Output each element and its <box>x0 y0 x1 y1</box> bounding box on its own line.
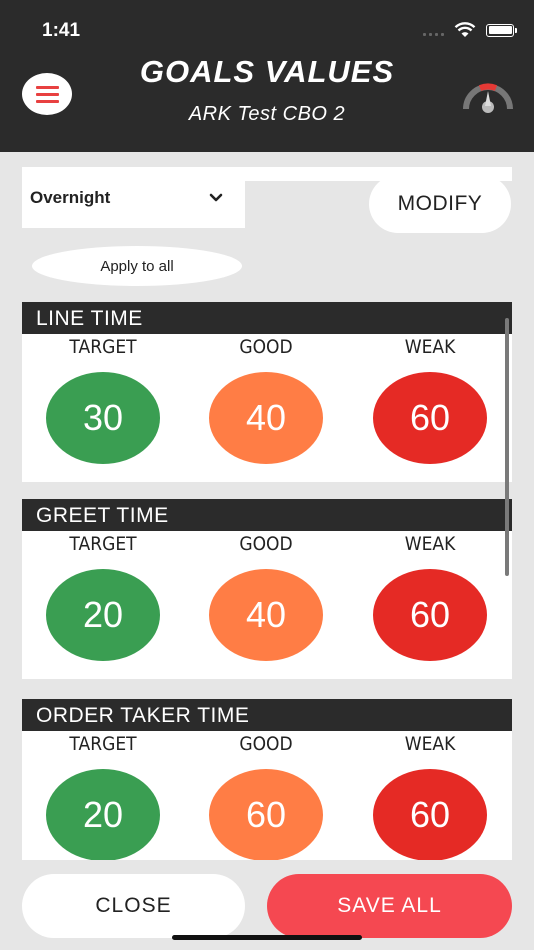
modify-button[interactable]: MODIFY <box>369 175 511 233</box>
target-label: TARGET <box>69 533 137 555</box>
order-taker-time-section: ORDER TAKER TIME TARGET 20 GOOD 60 WEAK … <box>22 699 512 879</box>
app-header: 1:41 GOALS VALUES ARK Test CBO 2 <box>0 0 534 152</box>
store-name: ARK Test CBO 2 <box>188 103 346 125</box>
period-select[interactable]: Overnight <box>22 167 245 228</box>
scrollbar[interactable] <box>505 318 509 576</box>
save-all-button[interactable]: SAVE ALL <box>267 874 512 938</box>
good-label: GOOD <box>239 336 293 358</box>
target-value-button[interactable]: 20 <box>46 769 160 861</box>
battery-icon <box>486 23 517 37</box>
section-title: GREET TIME <box>22 499 512 531</box>
good-column: GOOD 40 <box>209 336 323 464</box>
wifi-icon <box>454 22 476 37</box>
good-value-button[interactable]: 40 <box>209 372 323 464</box>
target-column: TARGET 20 <box>46 733 160 861</box>
good-label: GOOD <box>239 533 293 555</box>
target-value-button[interactable]: 30 <box>46 372 160 464</box>
close-button[interactable]: CLOSE <box>22 874 245 938</box>
target-label: TARGET <box>69 336 137 358</box>
weak-column: WEAK 60 <box>373 533 487 661</box>
target-column: TARGET 30 <box>46 336 160 464</box>
status-icons <box>423 22 517 38</box>
target-value-button[interactable]: 20 <box>46 569 160 661</box>
status-time: 1:41 <box>42 20 81 41</box>
target-label: TARGET <box>69 733 137 755</box>
line-time-section: LINE TIME TARGET 30 GOOD 40 WEAK 60 <box>22 302 512 482</box>
good-column: GOOD 60 <box>209 733 323 861</box>
weak-value-button[interactable]: 60 <box>373 372 487 464</box>
weak-label: WEAK <box>404 336 456 358</box>
weak-value-button[interactable]: 60 <box>373 569 487 661</box>
greet-time-section: GREET TIME TARGET 20 GOOD 40 WEAK 60 <box>22 499 512 679</box>
apply-to-all-button[interactable]: Apply to all <box>32 246 242 286</box>
weak-value-button[interactable]: 60 <box>373 769 487 861</box>
good-value-button[interactable]: 40 <box>209 569 323 661</box>
good-value-button[interactable]: 60 <box>209 769 323 861</box>
good-column: GOOD 40 <box>209 533 323 661</box>
good-label: GOOD <box>239 733 293 755</box>
target-column: TARGET 20 <box>46 533 160 661</box>
period-value: Overnight <box>30 187 111 207</box>
speedometer-icon[interactable] <box>462 77 514 113</box>
section-title: ORDER TAKER TIME <box>22 699 512 731</box>
signal-icon <box>423 24 444 36</box>
chevron-down-icon <box>209 193 223 201</box>
weak-label: WEAK <box>404 533 456 555</box>
weak-label: WEAK <box>404 733 456 755</box>
home-indicator[interactable] <box>172 935 362 940</box>
weak-column: WEAK 60 <box>373 336 487 464</box>
weak-column: WEAK 60 <box>373 733 487 861</box>
page-title: GOALS VALUES <box>139 54 395 89</box>
section-title: LINE TIME <box>22 302 512 334</box>
